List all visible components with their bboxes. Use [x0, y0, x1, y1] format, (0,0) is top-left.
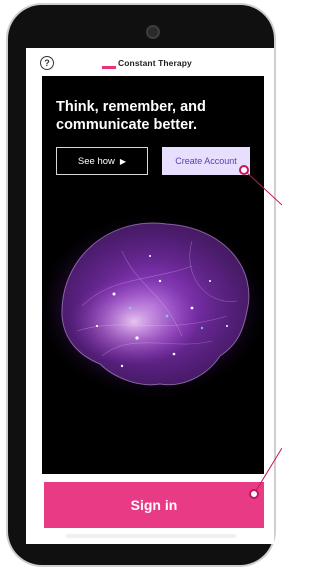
callout-marker-create-account — [239, 165, 249, 175]
home-indicator — [66, 534, 236, 538]
brand-name: Constant Therapy — [118, 58, 192, 68]
help-icon-glyph: ? — [44, 58, 50, 68]
see-how-label: See how — [77, 155, 115, 167]
front-camera — [148, 27, 158, 37]
create-account-button[interactable]: Create Account — [162, 147, 250, 175]
hero-panel: Think, remember, and communicate better.… — [42, 76, 264, 474]
brand-accent-bar — [102, 65, 116, 69]
callout-marker-sign-in — [249, 489, 259, 499]
app-screen: ? Constant Therapy Think, remember, and … — [26, 48, 274, 544]
sign-in-label: Sign in — [130, 497, 178, 513]
hero-headline: Think, remember, and communicate better. — [56, 99, 206, 133]
sign-in-button[interactable]: Sign in — [44, 482, 264, 528]
see-how-button[interactable]: See how ▶ — [56, 147, 148, 175]
brand-logo: Constant Therapy — [102, 56, 192, 70]
play-icon: ▶ — [119, 156, 127, 166]
phone-frame: ? Constant Therapy Think, remember, and … — [8, 5, 274, 565]
help-icon[interactable]: ? — [40, 56, 54, 70]
brain-illustration — [42, 211, 264, 401]
create-account-label: Create Account — [175, 156, 237, 166]
